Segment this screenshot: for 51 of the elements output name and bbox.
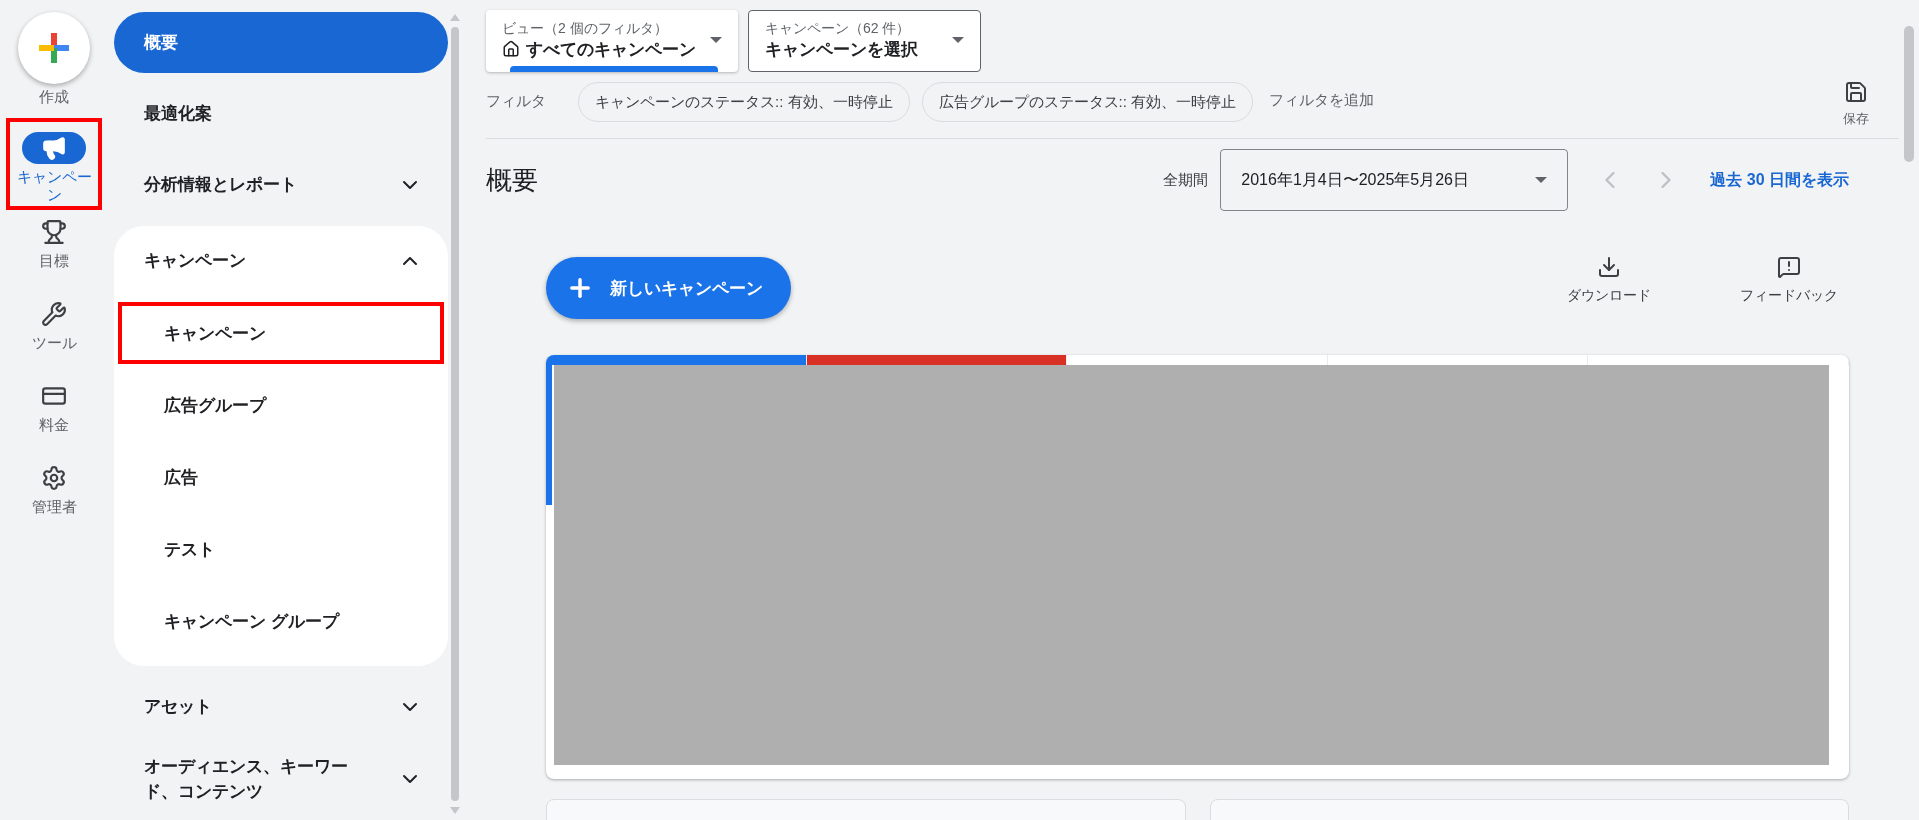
download-icon bbox=[1597, 255, 1621, 279]
create-label: 作成 bbox=[39, 88, 69, 106]
megaphone-icon bbox=[41, 135, 67, 161]
trophy-icon bbox=[41, 219, 67, 245]
feedback-button[interactable]: フィードバック bbox=[1729, 255, 1849, 304]
save-icon bbox=[1844, 80, 1868, 104]
scroll-down-icon[interactable] bbox=[450, 807, 460, 814]
last-30-days-link[interactable]: 過去 30 日間を表示 bbox=[1710, 169, 1849, 191]
nav-subitem[interactable]: テスト bbox=[114, 518, 448, 580]
rail-label: ツール bbox=[31, 334, 77, 352]
nav-subitem[interactable]: キャンペーン グループ bbox=[114, 590, 448, 652]
date-label: 全期間 bbox=[1163, 170, 1209, 190]
settings-icon bbox=[41, 465, 67, 491]
filter-chip[interactable]: キャンペーンのステータス:: 有効、一時停止 bbox=[578, 82, 910, 122]
caret-icon bbox=[710, 37, 722, 43]
metric-tab[interactable] bbox=[806, 355, 1068, 365]
nav-subitem[interactable]: キャンペーン bbox=[114, 302, 448, 364]
view-dropdown[interactable]: ビュー（2 個のフィルタ） すべてのキャンペーン bbox=[486, 10, 738, 72]
scrollbar-thumb[interactable] bbox=[1904, 26, 1914, 162]
rail-item[interactable] bbox=[22, 132, 86, 164]
nav-group[interactable]: キャンペーン bbox=[114, 230, 448, 292]
download-button[interactable]: ダウンロード bbox=[1549, 255, 1669, 304]
add-filter-link[interactable]: フィルタを追加 bbox=[1265, 91, 1379, 110]
nav-subitem[interactable]: 広告 bbox=[114, 446, 448, 508]
campaign-dropdown[interactable]: キャンペーン（62 件） キャンペーンを選択 bbox=[748, 10, 981, 72]
caret-icon bbox=[1535, 177, 1548, 183]
date-range-dropdown[interactable]: 2016年1月4日〜2025年5月26日 bbox=[1220, 149, 1569, 211]
filter-chip[interactable]: 広告グループのステータス:: 有効、一時停止 bbox=[921, 82, 1254, 122]
page-title: 概要 bbox=[486, 163, 539, 197]
feedback-icon bbox=[1777, 255, 1801, 279]
plus-icon bbox=[37, 31, 71, 65]
rail-label: 管理者 bbox=[31, 498, 77, 516]
nav-group[interactable]: アセット bbox=[114, 676, 448, 738]
nav-item[interactable]: 概要 bbox=[114, 12, 448, 73]
caret-icon bbox=[952, 37, 964, 43]
scroll-up-icon[interactable] bbox=[450, 14, 460, 21]
save-button[interactable]: 保存 bbox=[1843, 80, 1869, 128]
nav-item[interactable]: 最適化案 bbox=[114, 83, 448, 144]
rail-label: キャンペーン bbox=[15, 168, 93, 204]
house-icon bbox=[502, 40, 520, 58]
nav-subitem[interactable]: 広告グループ bbox=[114, 374, 448, 436]
create-button[interactable] bbox=[18, 12, 90, 84]
wrench-icon bbox=[41, 301, 67, 327]
rail-label: 料金 bbox=[39, 416, 69, 434]
new-campaign-button[interactable]: 新しいキャンペーン bbox=[546, 257, 791, 319]
scrollbar-thumb[interactable] bbox=[451, 27, 459, 801]
metric-tab[interactable] bbox=[546, 355, 807, 365]
nav-group[interactable]: オーディエンス、キーワード、コンテンツ bbox=[114, 748, 448, 810]
rail-label: 目標 bbox=[39, 252, 69, 270]
filter-label: フィルタ bbox=[486, 92, 547, 111]
nav-group[interactable]: 分析情報とレポート bbox=[114, 154, 448, 216]
